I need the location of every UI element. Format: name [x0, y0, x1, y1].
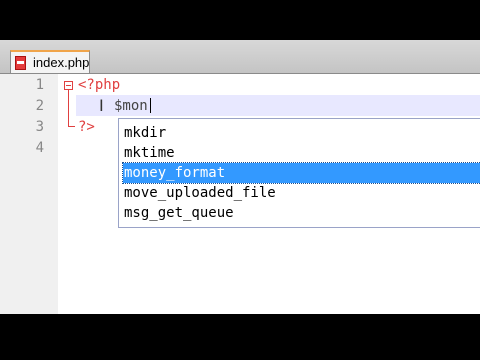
fold-toggle-icon[interactable]: [64, 81, 73, 90]
autocomplete-item-move-uploaded-file[interactable]: move_uploaded_file: [123, 183, 480, 203]
line-number-gutter: 1 2 3 4: [0, 74, 59, 314]
editor-window: index.php 1 2 3 4 <?php I $mon ?> mkdir …: [0, 0, 480, 360]
fold-end-marker: [68, 126, 75, 127]
tab-strip: index.php: [0, 40, 480, 74]
line-number: 1: [35, 77, 44, 93]
tab-index-php[interactable]: index.php: [10, 50, 90, 73]
code-line-2: $mon: [114, 98, 148, 114]
line-number: 2: [35, 98, 44, 114]
fold-margin: [58, 74, 76, 314]
code-line-3: ?>: [78, 119, 95, 135]
autocomplete-item-msg-get-queue[interactable]: msg_get_queue: [123, 203, 480, 223]
text-caret: [150, 98, 151, 113]
tab-label: index.php: [33, 55, 90, 70]
code-editor[interactable]: 1 2 3 4 <?php I $mon ?> mkdir mktime mon…: [0, 74, 480, 314]
autocomplete-item-mktime[interactable]: mktime: [123, 143, 480, 163]
code-line-1: <?php: [78, 77, 121, 93]
letterbox-bottom: [0, 314, 480, 360]
autocomplete-item-mkdir[interactable]: mkdir: [123, 123, 480, 143]
line-number: 3: [35, 119, 44, 135]
php-file-icon: [15, 56, 26, 70]
letterbox-top: [0, 0, 480, 40]
line-number: 4: [35, 140, 44, 156]
autocomplete-item-money-format[interactable]: money_format: [122, 162, 480, 184]
autocomplete-popup: mkdir mktime money_format move_uploaded_…: [118, 118, 480, 228]
ibeam-cursor-icon: I: [99, 96, 104, 115]
fold-line: [68, 90, 69, 126]
